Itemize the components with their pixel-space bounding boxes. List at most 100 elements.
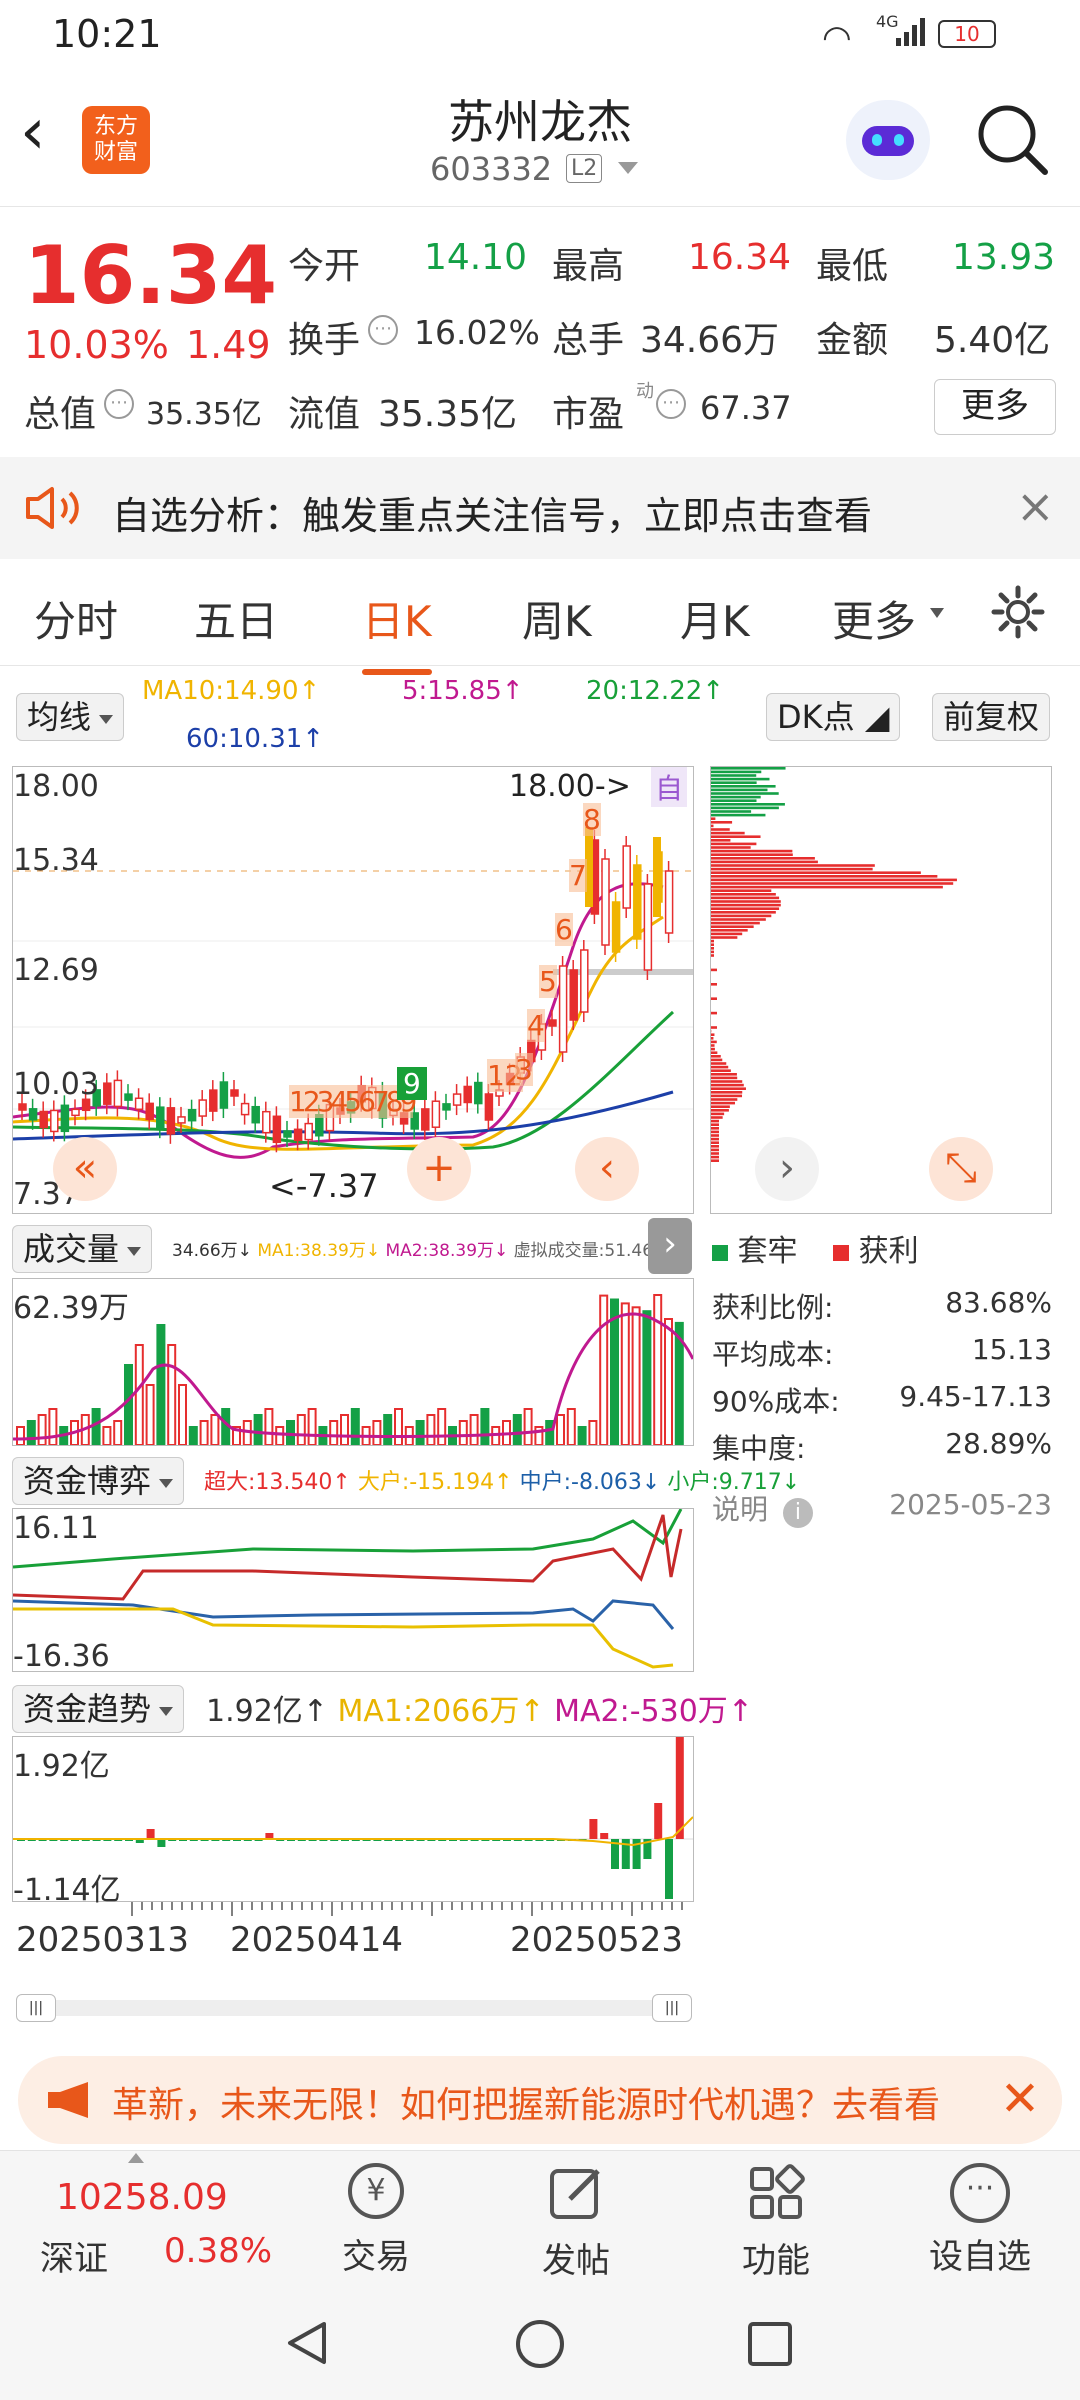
info-icon[interactable]: ⋯ bbox=[104, 389, 134, 419]
close-icon[interactable]: × bbox=[1016, 479, 1055, 533]
chip-bar bbox=[711, 915, 771, 918]
nav-functions[interactable]: 功能 bbox=[716, 2163, 836, 2282]
back-icon[interactable]: ‹ bbox=[20, 100, 46, 164]
settings-gear-icon[interactable] bbox=[990, 584, 1046, 640]
candle-body bbox=[125, 1094, 132, 1100]
chip-bar bbox=[711, 1105, 730, 1108]
candle-body bbox=[570, 970, 577, 1020]
tab-weekly-k[interactable]: 周K bbox=[522, 588, 592, 649]
expand-up-icon[interactable] bbox=[128, 2153, 144, 2163]
trend-bar bbox=[157, 1839, 165, 1847]
nav-add-watchlist[interactable]: ··· 设自选 bbox=[910, 2163, 1050, 2278]
tab-intraday[interactable]: 分时 bbox=[34, 588, 118, 649]
fund-trend-top-label: 1.92亿 bbox=[13, 1741, 110, 1785]
dk-point-selector[interactable]: DK点 ◢ bbox=[766, 692, 900, 738]
chip-bar bbox=[711, 1012, 717, 1015]
index-percent[interactable]: 0.38% bbox=[164, 2231, 272, 2271]
scroll-left-icon[interactable]: ‹ bbox=[575, 1137, 639, 1201]
fund-trend-selector[interactable]: 资金趋势 bbox=[12, 1684, 184, 1730]
candle-body bbox=[475, 1083, 482, 1104]
chip-bar bbox=[711, 1149, 719, 1152]
chip-distribution-chart[interactable]: › ⤡ bbox=[710, 766, 1052, 1214]
ma10-value: MA10:14.90↑ bbox=[142, 676, 320, 706]
chip-bar bbox=[711, 875, 937, 878]
info-icon[interactable]: ⋯ bbox=[368, 315, 398, 345]
expand-right-icon[interactable]: › bbox=[755, 1137, 819, 1201]
more-quote-button[interactable]: 更多 bbox=[934, 379, 1056, 435]
code-dropdown-icon[interactable] bbox=[618, 162, 638, 174]
tab-daily-k[interactable]: 日K bbox=[362, 588, 432, 649]
volume-max-label: 62.39万 bbox=[13, 1283, 129, 1327]
info-icon[interactable]: i bbox=[783, 1498, 813, 1528]
candle-body bbox=[623, 846, 630, 908]
nav-post[interactable]: 发帖 bbox=[516, 2163, 636, 2282]
candle-body bbox=[581, 950, 588, 1012]
volume-bar bbox=[39, 1415, 46, 1445]
fund-trend-chart[interactable]: 1.92亿 -1.14亿 bbox=[12, 1736, 694, 1902]
recents-square-icon[interactable] bbox=[746, 2320, 794, 2368]
chip-bar bbox=[711, 771, 761, 774]
chip-bar bbox=[711, 1120, 719, 1123]
chip-bar bbox=[711, 1141, 719, 1144]
app-logo: 东方 财富 bbox=[82, 106, 150, 174]
range-slider[interactable]: ||| ||| bbox=[16, 2000, 692, 2016]
chip-bar bbox=[711, 796, 761, 799]
fullscreen-icon[interactable]: ⤡ bbox=[929, 1137, 993, 1201]
candle-body bbox=[295, 1129, 302, 1140]
robot-assistant-icon[interactable] bbox=[846, 100, 930, 180]
legend-trapped: 套牢 bbox=[738, 1234, 798, 1269]
megaphone-icon bbox=[46, 2080, 96, 2120]
volume-bar bbox=[417, 1421, 424, 1445]
nav-trade[interactable]: ¥ 交易 bbox=[316, 2163, 436, 2278]
home-circle-icon[interactable] bbox=[514, 2318, 566, 2370]
level-badge[interactable]: L2 bbox=[566, 154, 602, 183]
chip-bar bbox=[711, 814, 765, 817]
promo-banner[interactable]: 革新，未来无限！如何把握新能源时代机遇？去看看 ✕ bbox=[18, 2056, 1062, 2144]
chip-bar bbox=[711, 1048, 715, 1051]
zoom-in-icon[interactable]: + bbox=[407, 1137, 471, 1201]
chip-bar bbox=[711, 1116, 723, 1119]
close-icon[interactable]: ✕ bbox=[978, 2056, 1062, 2144]
tab-more[interactable]: 更多 bbox=[832, 588, 916, 649]
tab-monthly-k[interactable]: 月K bbox=[680, 588, 750, 649]
trend-bar bbox=[665, 1839, 673, 1899]
range-handle-left[interactable]: ||| bbox=[16, 1994, 56, 2022]
chip-bar bbox=[711, 857, 815, 860]
adjust-selector[interactable]: 前复权 bbox=[932, 692, 1050, 738]
chip-bar bbox=[711, 1091, 742, 1094]
signal-alert-bar[interactable]: 自选分析：触发重点关注信号，立即点击查看 × bbox=[0, 457, 1080, 559]
volume-bar bbox=[190, 1427, 197, 1445]
high-label: 最高 bbox=[552, 237, 624, 289]
volume-label: 总手 bbox=[552, 311, 624, 363]
scroll-left-fast-icon[interactable]: « bbox=[53, 1137, 117, 1201]
fund-game-selector[interactable]: 资金博弈 bbox=[12, 1456, 184, 1502]
chip-legend: 套牢 获利 bbox=[712, 1226, 919, 1270]
chip-bar bbox=[711, 893, 776, 896]
volume-bar bbox=[481, 1409, 488, 1445]
chip-note-link[interactable]: 说明 bbox=[712, 1493, 768, 1526]
kline-chart[interactable]: 18.00 15.34 12.69 10.03 7.37 18.00-> 自 <… bbox=[12, 766, 694, 1214]
pe-label: 市盈 bbox=[552, 385, 624, 437]
tab-five-day[interactable]: 五日 bbox=[194, 588, 278, 649]
amount-label: 金额 bbox=[816, 311, 888, 363]
edit-post-icon bbox=[546, 2163, 606, 2223]
index-value[interactable]: 10258.09 bbox=[56, 2177, 228, 2218]
volume-selector[interactable]: 成交量 bbox=[12, 1224, 152, 1270]
back-triangle-icon[interactable] bbox=[282, 2318, 332, 2368]
search-icon[interactable] bbox=[975, 102, 1051, 178]
ma-selector[interactable]: 均线 bbox=[16, 692, 124, 738]
chip-bar bbox=[711, 1102, 735, 1105]
expand-panel-icon[interactable]: › bbox=[648, 1218, 692, 1274]
volume-bar bbox=[330, 1421, 337, 1445]
index-name[interactable]: 深证 bbox=[40, 2231, 108, 2280]
candle-body bbox=[653, 837, 661, 917]
range-handle-right[interactable]: ||| bbox=[652, 1994, 692, 2022]
volume-bar bbox=[384, 1415, 391, 1445]
volume-chart[interactable]: 62.39万 bbox=[12, 1278, 694, 1446]
info-icon[interactable]: ⋯ bbox=[656, 389, 686, 419]
y-label: 15.34 bbox=[13, 843, 99, 878]
chip-bar bbox=[711, 940, 714, 943]
chip-bar bbox=[711, 843, 756, 846]
chip-bar bbox=[711, 943, 714, 946]
fund-game-chart[interactable]: 16.11 -16.36 bbox=[12, 1508, 694, 1672]
